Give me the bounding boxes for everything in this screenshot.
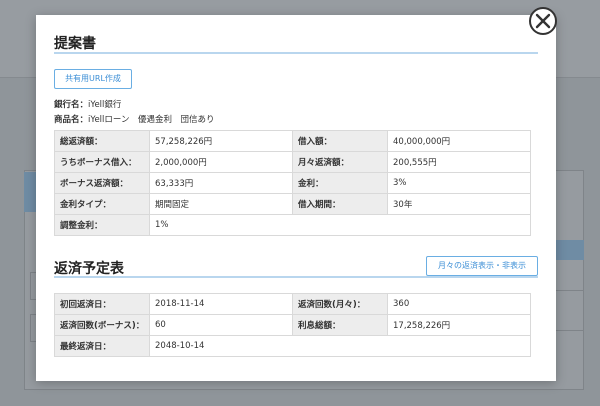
table-row: ボーナス返済額： 63,333円 金利： 3% [54,172,531,194]
cell-label: ボーナス返済額： [54,172,150,194]
cell-value: 200,555円 [387,151,531,173]
cell-value: 63,333円 [149,172,293,194]
cell-label: 初回返済日： [54,293,150,315]
cell-value: 40,000,000円 [387,130,531,152]
proposal-table: 総返済額： 57,258,226円 借入額： 40,000,000円 うちボーナ… [54,130,531,236]
cell-value: 3% [387,172,531,194]
create-share-url-button[interactable]: 共有用URL作成 [54,69,132,89]
cell-label: 借入期間： [292,193,388,215]
cell-value: 2048-10-14 [149,335,531,357]
cell-label: 金利タイプ： [54,193,150,215]
cell-value: 30年 [387,193,531,215]
product-name-value: iYellローン 優遇金利 団信あり [88,115,215,125]
proposal-title-rule [54,52,538,54]
table-row: 総返済額： 57,258,226円 借入額： 40,000,000円 [54,130,531,152]
cell-value: 17,258,226円 [387,314,531,336]
cell-value: 60 [149,314,293,336]
background-divider [556,330,584,331]
bank-name-value: iYell銀行 [88,100,122,110]
cell-value: 2018-11-14 [149,293,293,315]
cell-value: 1% [149,214,531,236]
background-divider [556,290,584,291]
background-blue-strip [556,240,584,260]
close-button[interactable] [529,7,557,35]
product-name-line: 商品名：iYellローン 優遇金利 団信あり [54,113,214,125]
cell-label: 借入額： [292,130,388,152]
table-row: 金利タイプ： 期間固定 借入期間： 30年 [54,193,531,215]
schedule-title-rule [54,276,538,278]
cell-label: 利息総額： [292,314,388,336]
product-name-label: 商品名： [54,115,89,125]
cell-value: 360 [387,293,531,315]
cell-label: 月々返済額： [292,151,388,173]
cell-label: 返済回数(月々)： [292,293,388,315]
table-row: 返済回数(ボーナス)： 60 利息総額： 17,258,226円 [54,314,531,336]
cell-label: 総返済額： [54,130,150,152]
proposal-title: 提案書 [54,36,96,52]
cell-value: 期間固定 [149,193,293,215]
bank-name-label: 銀行名： [54,100,89,110]
cell-label: うちボーナス借入： [54,151,150,173]
cell-value: 57,258,226円 [149,130,293,152]
schedule-title: 返済予定表 [54,261,124,277]
proposal-modal: 提案書 共有用URL作成 銀行名：iYell銀行 商品名：iYellローン 優遇… [36,15,556,381]
table-row: 最終返済日： 2048-10-14 [54,335,531,357]
cell-label: 調整金利： [54,214,150,236]
cell-value: 2,000,000円 [149,151,293,173]
bank-name-line: 銀行名：iYell銀行 [54,98,121,110]
schedule-table: 初回返済日： 2018-11-14 返済回数(月々)： 360 返済回数(ボーナ… [54,293,531,357]
cell-label: 返済回数(ボーナス)： [54,314,150,336]
table-row: 初回返済日： 2018-11-14 返済回数(月々)： 360 [54,293,531,315]
toggle-monthly-button[interactable]: 月々の返済表示・非表示 [426,256,538,276]
cell-label: 金利： [292,172,388,194]
table-row: 調整金利： 1% [54,214,531,236]
close-icon [535,13,551,29]
table-row: うちボーナス借入： 2,000,000円 月々返済額： 200,555円 [54,151,531,173]
cell-label: 最終返済日： [54,335,150,357]
